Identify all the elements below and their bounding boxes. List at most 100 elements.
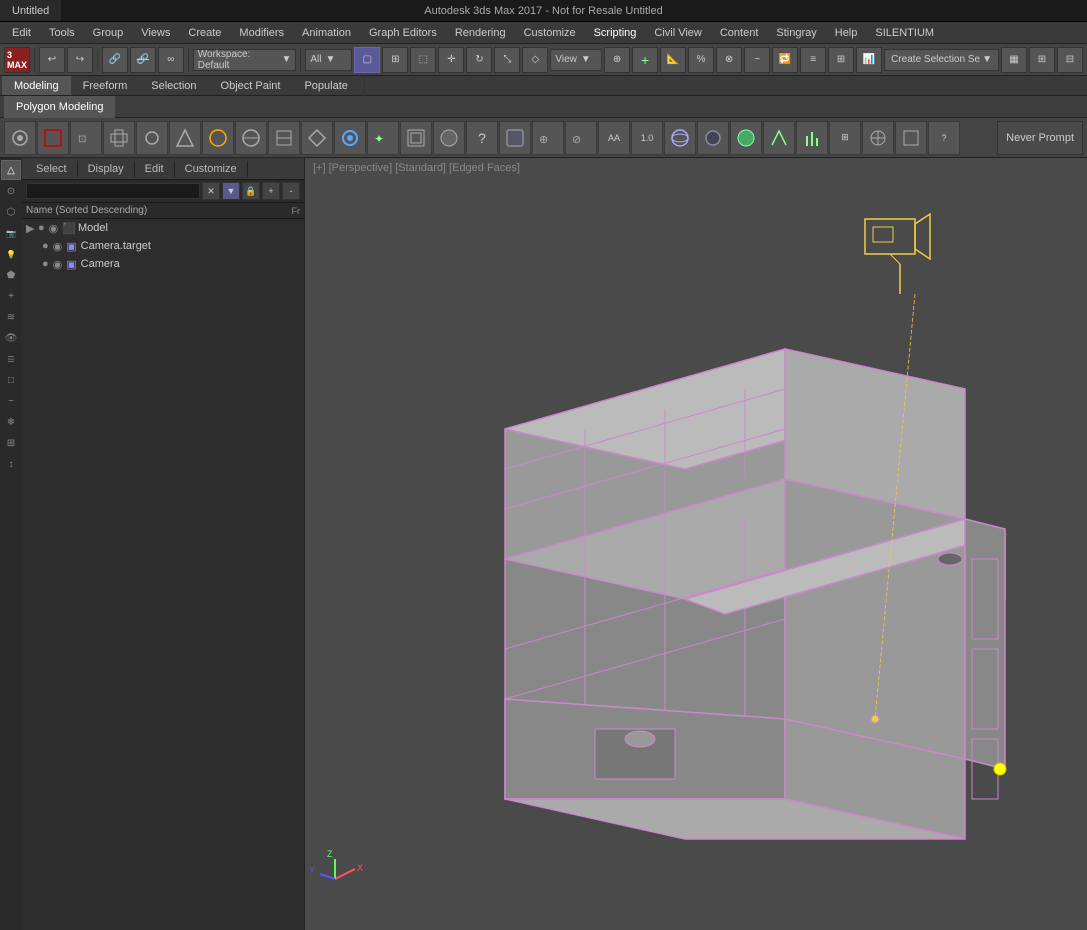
ribbon-poly[interactable] bbox=[37, 121, 69, 155]
sb-minus-btn[interactable]: - bbox=[282, 182, 300, 200]
icon-helper[interactable]: + bbox=[1, 286, 21, 306]
sub-tab-edit[interactable]: Edit bbox=[135, 161, 175, 177]
redo-button[interactable]: ↪ bbox=[67, 47, 93, 73]
unlink-button[interactable]: 🔗 bbox=[130, 47, 156, 73]
icon-freeze[interactable]: ❄ bbox=[1, 412, 21, 432]
menu-stingray[interactable]: Stingray bbox=[768, 25, 824, 41]
ribbon-edit8[interactable] bbox=[301, 121, 333, 155]
create-selection-set[interactable]: Create Selection Se ▼ bbox=[884, 49, 999, 71]
icon-light[interactable]: 💡 bbox=[1, 244, 21, 264]
link-button[interactable]: 🔗 bbox=[102, 47, 128, 73]
curve-btn[interactable]: ~ bbox=[744, 47, 770, 73]
select-by-name[interactable]: ⊞ bbox=[382, 47, 408, 73]
ribbon-edit2[interactable] bbox=[103, 121, 135, 155]
all-dropdown[interactable]: All ▼ bbox=[305, 49, 352, 71]
snap-toggle[interactable]: ⊗ bbox=[716, 47, 742, 73]
scene-item-camera[interactable]: ● ◉ ▣ Camera bbox=[22, 255, 304, 273]
align-btn[interactable]: ≡ bbox=[800, 47, 826, 73]
scale-tool[interactable]: ⤡ bbox=[494, 47, 520, 73]
scene-item-camera-target[interactable]: ● ◉ ▣ Camera.target bbox=[22, 237, 304, 255]
ribbon-q-icon[interactable]: ? bbox=[928, 121, 960, 155]
ribbon-box-btn[interactable] bbox=[895, 121, 927, 155]
ribbon-edit3[interactable] bbox=[136, 121, 168, 155]
ribbon-edit-extra[interactable]: ⊞ bbox=[829, 121, 861, 155]
menu-content[interactable]: Content bbox=[712, 25, 767, 41]
sub-tab-select[interactable]: Select bbox=[26, 161, 78, 177]
icon-select[interactable]: ⬡ bbox=[1, 202, 21, 222]
ribbon-edit1[interactable]: ⊡ bbox=[70, 121, 102, 155]
ribbon-edit4[interactable] bbox=[169, 121, 201, 155]
menu-modifiers[interactable]: Modifiers bbox=[231, 25, 292, 41]
bind-button[interactable]: ∞ bbox=[158, 47, 184, 73]
mirror-btn[interactable]: 🔁 bbox=[772, 47, 798, 73]
menu-group[interactable]: Group bbox=[85, 25, 132, 41]
ribbon-sphere2[interactable] bbox=[730, 121, 762, 155]
add-btn[interactable]: + bbox=[632, 47, 658, 73]
menu-edit[interactable]: Edit bbox=[4, 25, 39, 41]
menu-help[interactable]: Help bbox=[827, 25, 866, 41]
icon-group2[interactable]: ⊞ bbox=[1, 433, 21, 453]
layer-btn[interactable]: ⊞ bbox=[828, 47, 854, 73]
scale-uniform[interactable]: ◇ bbox=[522, 47, 548, 73]
rect-select[interactable]: ⬚ bbox=[410, 47, 436, 73]
viewport-layout-btn[interactable]: ⊟ bbox=[1057, 47, 1083, 73]
ribbon-edit15[interactable]: ⊕ bbox=[532, 121, 564, 155]
angle-snap[interactable]: 📐 bbox=[660, 47, 686, 73]
icon-camera2[interactable]: 📷 bbox=[1, 223, 21, 243]
menu-rendering[interactable]: Rendering bbox=[447, 25, 514, 41]
ribbon-render-mode[interactable] bbox=[862, 121, 894, 155]
sb-close-btn[interactable]: ✕ bbox=[202, 182, 220, 200]
ribbon-edit10[interactable]: ✦ bbox=[367, 121, 399, 155]
menu-customize[interactable]: Customize bbox=[516, 25, 584, 41]
tab-selection[interactable]: Selection bbox=[139, 76, 208, 95]
ribbon-grass[interactable] bbox=[796, 121, 828, 155]
icon-geo[interactable]: □ bbox=[1, 370, 21, 390]
ribbon-aa[interactable]: AA bbox=[598, 121, 630, 155]
ribbon-sphere[interactable] bbox=[664, 121, 696, 155]
scene-item-model[interactable]: ▶ ● ◉ ⬛ Model bbox=[22, 219, 304, 237]
ribbon-edit16[interactable]: ⊘ bbox=[565, 121, 597, 155]
ribbon-edit11[interactable] bbox=[400, 121, 432, 155]
menu-create[interactable]: Create bbox=[180, 25, 229, 41]
ribbon-paint[interactable] bbox=[763, 121, 795, 155]
app-logo[interactable]: 3MAX bbox=[4, 47, 30, 73]
ribbon-num[interactable]: 1.0 bbox=[631, 121, 663, 155]
ribbon-edit14[interactable] bbox=[499, 121, 531, 155]
sub-tab-display[interactable]: Display bbox=[78, 161, 135, 177]
menu-views[interactable]: Views bbox=[133, 25, 178, 41]
menu-graph-editors[interactable]: Graph Editors bbox=[361, 25, 445, 41]
view-dropdown[interactable]: View ▼ bbox=[550, 49, 602, 71]
icon-shape[interactable]: ⬟ bbox=[1, 265, 21, 285]
percent-snap[interactable]: % bbox=[688, 47, 714, 73]
render-setup-btn[interactable]: ⊞ bbox=[1029, 47, 1055, 73]
menu-scripting[interactable]: Scripting bbox=[586, 25, 645, 41]
icon-layereye[interactable]: 👁 bbox=[1, 328, 21, 348]
render-frame-btn[interactable]: ▦ bbox=[1001, 47, 1027, 73]
sb-filter-btn[interactable]: ▼ bbox=[222, 182, 240, 200]
ribbon-edit5[interactable] bbox=[202, 121, 234, 155]
tab-freeform[interactable]: Freeform bbox=[71, 76, 140, 95]
ribbon-edit6[interactable] bbox=[235, 121, 267, 155]
ribbon-edit9[interactable] bbox=[334, 121, 366, 155]
tab-object-paint[interactable]: Object Paint bbox=[209, 76, 293, 95]
ribbon-material[interactable] bbox=[697, 121, 729, 155]
menu-tools[interactable]: Tools bbox=[41, 25, 83, 41]
move-tool[interactable]: ✛ bbox=[438, 47, 464, 73]
document-tab[interactable]: Untitled bbox=[0, 0, 61, 21]
sub-tab-customize[interactable]: Customize bbox=[175, 161, 248, 177]
ribbon-edit12[interactable] bbox=[433, 121, 465, 155]
icon-scene[interactable]: ⊙ bbox=[1, 181, 21, 201]
rotate-tool[interactable]: ↻ bbox=[466, 47, 492, 73]
select-tool[interactable]: ▢ bbox=[354, 47, 380, 73]
search-input[interactable] bbox=[26, 183, 200, 199]
viewport[interactable]: [+] [Perspective] [Standard] [Edged Face… bbox=[305, 158, 1087, 930]
sb-plus-btn[interactable]: + bbox=[262, 182, 280, 200]
menu-silentium[interactable]: SILENTIUM bbox=[867, 25, 942, 41]
icon-spacewarp[interactable]: ≋ bbox=[1, 307, 21, 327]
icon-layers[interactable]: ☰ bbox=[1, 349, 21, 369]
icon-expand[interactable]: ↕ bbox=[1, 454, 21, 474]
never-prompt-button[interactable]: Never Prompt bbox=[997, 121, 1083, 155]
icon-triangle[interactable]: △ bbox=[1, 160, 21, 180]
ribbon-edit7[interactable] bbox=[268, 121, 300, 155]
graph-btn[interactable]: 📊 bbox=[856, 47, 882, 73]
